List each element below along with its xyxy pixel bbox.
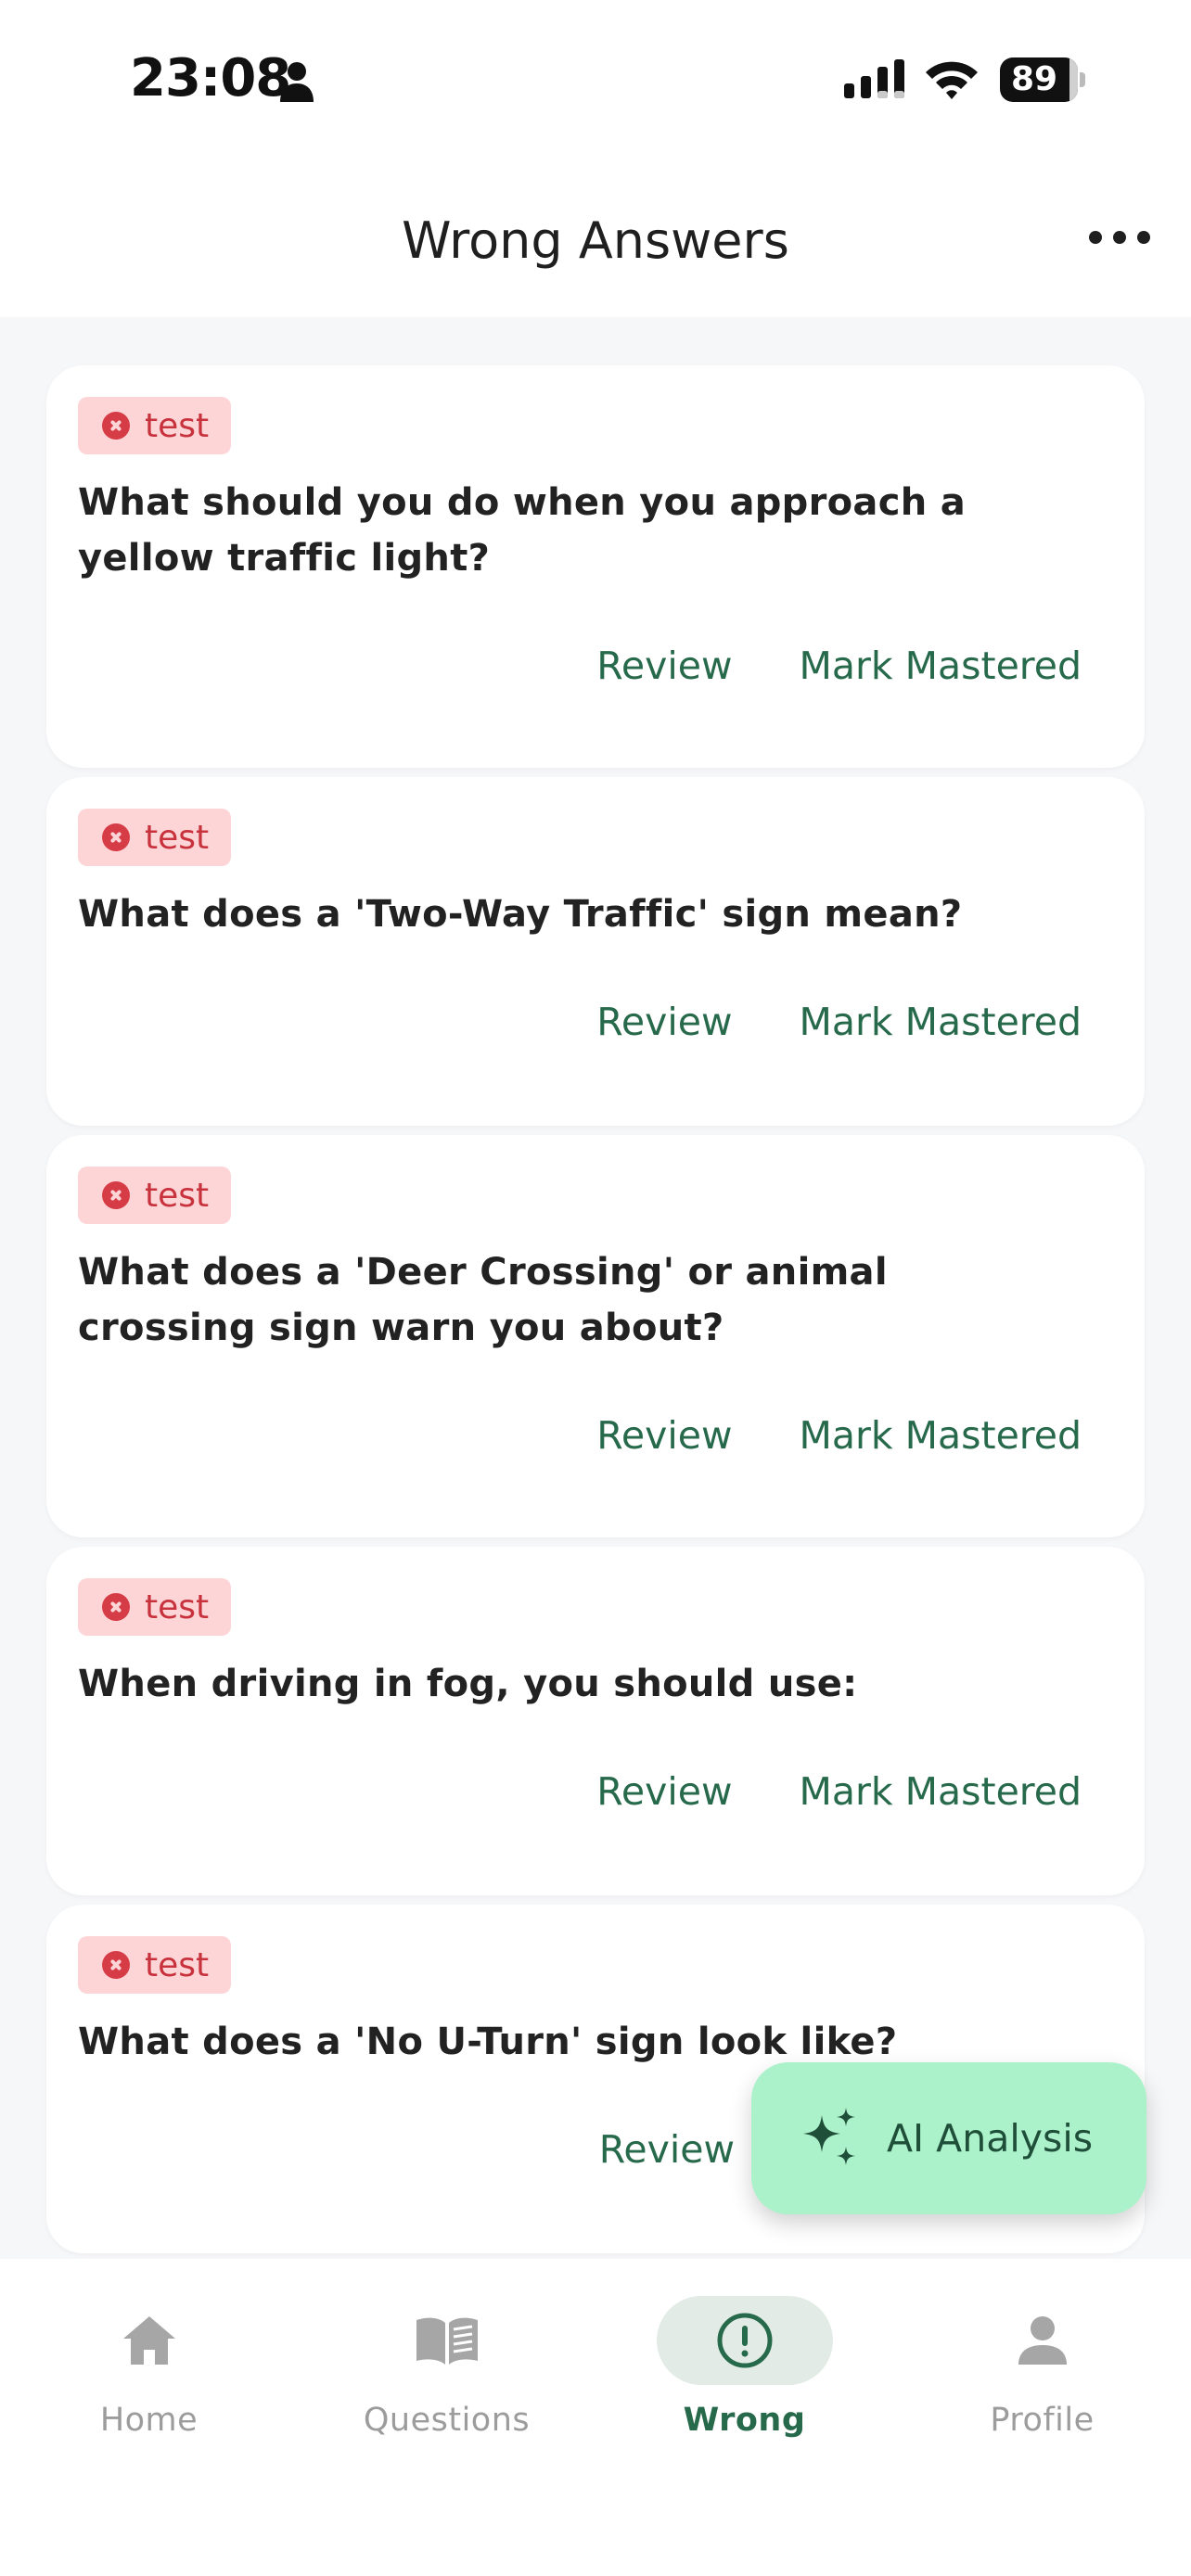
card-actions: Review Mark Mastered — [596, 1000, 1082, 1044]
status-bar: 23:08 89 — [0, 0, 1191, 158]
tag-label: test — [145, 1945, 210, 1984]
question-text: What does a 'No U-Turn' sign look like? — [78, 2021, 898, 2063]
review-button[interactable]: Review — [599, 2127, 735, 2172]
battery-indicator: 89 — [1000, 57, 1085, 102]
wrong-answers-list[interactable]: test What should you do when you approac… — [0, 317, 1191, 2259]
mark-mastered-button[interactable]: Mark Mastered — [800, 1000, 1082, 1044]
question-text: What should you do when you approach a y… — [78, 481, 967, 580]
nav-icon-container — [954, 2296, 1131, 2385]
wrong-answer-card[interactable]: test What should you do when you approac… — [46, 365, 1145, 768]
nav-icon-container — [359, 2296, 535, 2385]
ai-analysis-button[interactable]: AI Analysis — [751, 2062, 1146, 2214]
error-circle-icon — [102, 412, 130, 440]
question-text: What does a 'Two-Way Traffic' sign mean? — [78, 893, 963, 936]
tag-label: test — [145, 406, 210, 445]
wrong-answer-card[interactable]: test What does a 'Deer Crossing' or anim… — [46, 1135, 1145, 1537]
battery-empty-level — [1069, 57, 1078, 102]
error-circle-icon — [102, 1951, 130, 1979]
nav-item-home[interactable]: Home — [0, 2296, 298, 2481]
more-dot-icon — [1089, 231, 1102, 244]
tag-label: test — [145, 1176, 210, 1215]
app-header: Wrong Answers — [0, 158, 1191, 317]
battery-percent: 89 — [1010, 60, 1058, 98]
mark-mastered-button[interactable]: Mark Mastered — [800, 644, 1082, 688]
screen: 23:08 89 Wrong Answers test What should … — [0, 0, 1191, 2576]
category-tag: test — [78, 1936, 232, 1994]
book-icon — [416, 2317, 478, 2365]
nav-label: Profile — [990, 2402, 1095, 2439]
home-icon — [122, 2316, 175, 2365]
review-button[interactable]: Review — [596, 1413, 732, 1458]
wrong-answer-card[interactable]: test When driving in fog, you should use… — [46, 1547, 1145, 1895]
review-button[interactable]: Review — [596, 1769, 732, 1814]
ai-analysis-label: AI Analysis — [887, 2116, 1094, 2161]
nav-icon-container — [61, 2296, 237, 2385]
nav-label: Home — [99, 2402, 198, 2439]
nav-icon-container — [656, 2296, 833, 2385]
more-dot-icon — [1113, 231, 1126, 244]
nav-label: Wrong — [683, 2402, 806, 2439]
category-tag: test — [78, 1578, 232, 1636]
mark-mastered-button[interactable]: Mark Mastered — [800, 1769, 1082, 1814]
cellular-signal-icon — [844, 59, 904, 98]
mark-mastered-button[interactable]: Mark Mastered — [800, 1413, 1082, 1458]
card-actions: Review Mark Mastered — [596, 1413, 1082, 1458]
review-button[interactable]: Review — [596, 644, 732, 688]
more-options-button[interactable] — [1089, 217, 1150, 258]
wifi-icon — [926, 61, 978, 99]
tag-label: test — [145, 1588, 210, 1626]
bottom-navigation: Home Questions Wrong Profile — [0, 2259, 1191, 2576]
person-icon — [280, 62, 314, 102]
wrong-answer-card[interactable]: test What does a 'Two-Way Traffic' sign … — [46, 777, 1145, 1126]
person-icon — [1018, 2316, 1067, 2365]
tag-label: test — [145, 818, 210, 857]
card-actions: Review Mark Mastered — [596, 1769, 1082, 1814]
sparkle-icon — [803, 2108, 855, 2165]
error-circle-icon — [102, 1181, 130, 1209]
category-tag: test — [78, 1167, 232, 1224]
card-actions: Review Mark Mastered — [596, 644, 1082, 688]
battery-body: 89 — [1000, 57, 1078, 102]
battery-cap — [1080, 72, 1085, 87]
question-text: What does a 'Deer Crossing' or animal cr… — [78, 1251, 888, 1349]
nav-item-questions[interactable]: Questions — [298, 2296, 596, 2481]
nav-item-profile[interactable]: Profile — [893, 2296, 1191, 2481]
nav-item-wrong[interactable]: Wrong — [596, 2296, 893, 2481]
error-circle-icon — [102, 823, 130, 851]
question-text: When driving in fog, you should use: — [78, 1663, 858, 1705]
error-circle-icon — [102, 1593, 130, 1621]
category-tag: test — [78, 809, 232, 866]
review-button[interactable]: Review — [596, 1000, 732, 1044]
page-title: Wrong Answers — [402, 211, 789, 270]
nav-label: Questions — [363, 2402, 531, 2439]
alert-circle-icon — [717, 2313, 772, 2368]
card-actions: Review — [599, 2127, 735, 2172]
category-tag: test — [78, 397, 232, 454]
more-dot-icon — [1137, 231, 1150, 244]
status-time: 23:08 — [130, 48, 291, 108]
